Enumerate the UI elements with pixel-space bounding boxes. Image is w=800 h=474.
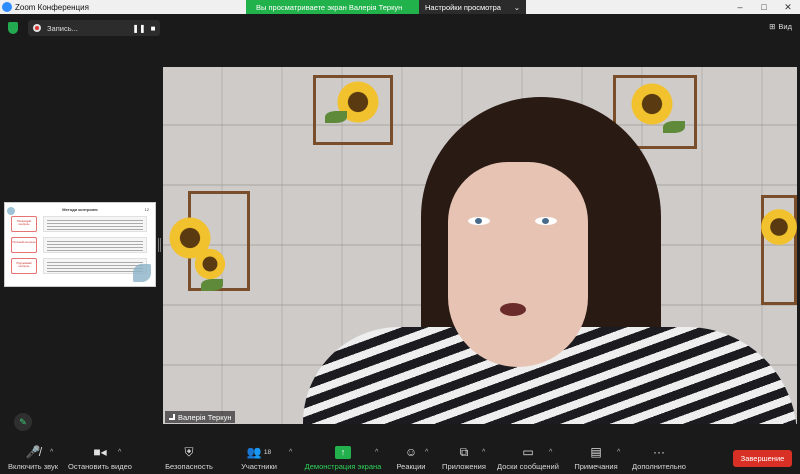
- share-screen-button[interactable]: ↑ Демонстрация экрана: [302, 444, 384, 471]
- shared-screen-thumbnail[interactable]: Методи контролю 12 Попередній контроль П…: [4, 202, 156, 287]
- slide-row: Поточний контроль: [11, 237, 149, 255]
- slide-row-tag: Поточний контроль: [11, 237, 37, 253]
- slide-row-text: [43, 258, 147, 274]
- whiteboards-label: Доски сообщений: [497, 462, 559, 471]
- audio-options-chevron-icon[interactable]: ^: [50, 449, 53, 456]
- sunflower: [629, 81, 675, 127]
- slide-row: Попередній контроль: [11, 216, 149, 234]
- notes-icon: ▤: [590, 445, 602, 459]
- more-icon: ···: [653, 445, 665, 459]
- view-button[interactable]: ⊞ Вид: [769, 22, 792, 31]
- record-icon: [33, 24, 41, 32]
- notes-label: Примечания: [574, 462, 618, 471]
- share-screen-icon-wrap: ↑: [302, 444, 384, 460]
- apps-chevron-icon[interactable]: ^: [482, 449, 485, 456]
- reactions-label: Реакции: [396, 462, 426, 471]
- participant-video: [163, 67, 797, 424]
- apps-icon: ⧉: [459, 444, 469, 459]
- view-label: Вид: [778, 22, 792, 31]
- slide-row-tag: Підсумковий контроль: [11, 258, 37, 274]
- smile-icon: ☺: [404, 445, 418, 459]
- stop-recording-button[interactable]: ■: [146, 24, 160, 33]
- meeting-topbar: Запись... ❚❚ ■ ⊞ Вид: [0, 14, 800, 42]
- recording-label: Запись...: [47, 23, 78, 33]
- leaf: [201, 279, 223, 291]
- sunflower: [759, 207, 797, 247]
- apps-button[interactable]: ⧉ Приложения: [440, 444, 488, 472]
- share-screen-icon: ↑: [335, 445, 351, 459]
- sunflower: [193, 247, 227, 281]
- maximize-button[interactable]: □: [752, 0, 776, 14]
- minimize-button[interactable]: –: [728, 0, 752, 14]
- slide-title: Методи контролю: [62, 207, 98, 212]
- slide-row-text: [43, 237, 147, 253]
- notes-button[interactable]: ▤ Примечания: [572, 444, 620, 471]
- shield-icon: ⛨: [184, 444, 194, 459]
- leaf: [663, 121, 685, 133]
- window-titlebar: Zoom Конференция Вы просматриваете экран…: [0, 0, 800, 14]
- share-screen-label: Демонстрация экрана: [304, 462, 382, 471]
- apps-label: Приложения: [442, 462, 486, 471]
- security-shield-icon[interactable]: [8, 22, 18, 34]
- close-button[interactable]: ✕: [776, 0, 800, 14]
- eye: [535, 217, 557, 225]
- video-options-chevron-icon[interactable]: ^: [118, 449, 121, 456]
- participant-name: Валерія Теркун: [178, 412, 232, 422]
- slide-row-text: [43, 216, 147, 232]
- window-controls: – □ ✕: [728, 0, 800, 14]
- reactions-chevron-icon[interactable]: ^: [425, 449, 428, 456]
- grid-icon: ⊞: [769, 22, 776, 31]
- recording-indicator: Запись... ❚❚ ■: [28, 20, 160, 36]
- slide-number: 12: [144, 207, 149, 212]
- whiteboards-chevron-icon[interactable]: ^: [549, 449, 552, 456]
- eye: [468, 217, 490, 225]
- leaf: [325, 111, 347, 123]
- mute-label: Включить звук: [7, 462, 59, 471]
- more-label: Дополнительно: [632, 462, 686, 471]
- people-icon: 👥 18: [246, 445, 272, 459]
- participants-chevron-icon[interactable]: ^: [289, 449, 292, 456]
- reactions-button[interactable]: ☺ Реакции: [394, 444, 428, 471]
- view-options-dropdown[interactable]: Настройки просмотра ⌄: [419, 0, 526, 14]
- window-title: Zoom Конференция: [15, 2, 89, 12]
- slide-row-tag: Попередній контроль: [11, 216, 37, 232]
- chevron-down-icon: ⌄: [513, 2, 520, 12]
- participant-count: 18: [263, 448, 272, 456]
- butterfly-decoration: [133, 264, 151, 282]
- zoom-logo-icon: [2, 2, 12, 12]
- view-options-label: Настройки просмотра: [425, 2, 501, 12]
- resize-handle[interactable]: [158, 238, 161, 252]
- end-meeting-button[interactable]: Завершение: [733, 450, 792, 467]
- participants-button[interactable]: 👥 18 Участники: [238, 444, 280, 471]
- share-banner: Вы просматриваете экран Валерія Теркун Н…: [246, 0, 526, 14]
- video-camera-icon: ■◂: [93, 445, 107, 459]
- annotate-pencil-icon[interactable]: ✎: [14, 413, 32, 431]
- security-label: Безопасность: [165, 462, 213, 471]
- more-button[interactable]: ··· Дополнительно: [630, 444, 688, 471]
- share-options-chevron-icon[interactable]: ^: [375, 449, 378, 456]
- participants-label: Участники: [241, 462, 277, 471]
- share-banner-text: Вы просматриваете экран Валерія Теркун: [246, 0, 419, 14]
- security-button[interactable]: ⛨ Безопасность: [164, 444, 214, 472]
- pause-recording-button[interactable]: ❚❚: [132, 24, 146, 33]
- participant-name-tag: Валерія Теркун: [165, 411, 236, 423]
- mouth: [500, 303, 526, 316]
- person-face: [448, 162, 588, 367]
- butterfly-decoration: [7, 207, 15, 215]
- stop-video-label: Остановить видео: [68, 462, 132, 471]
- slide-row: Підсумковий контроль: [11, 258, 149, 276]
- signal-icon: [169, 414, 175, 420]
- stop-video-button[interactable]: ■◂ Остановить видео: [66, 444, 134, 471]
- notes-chevron-icon[interactable]: ^: [617, 449, 620, 456]
